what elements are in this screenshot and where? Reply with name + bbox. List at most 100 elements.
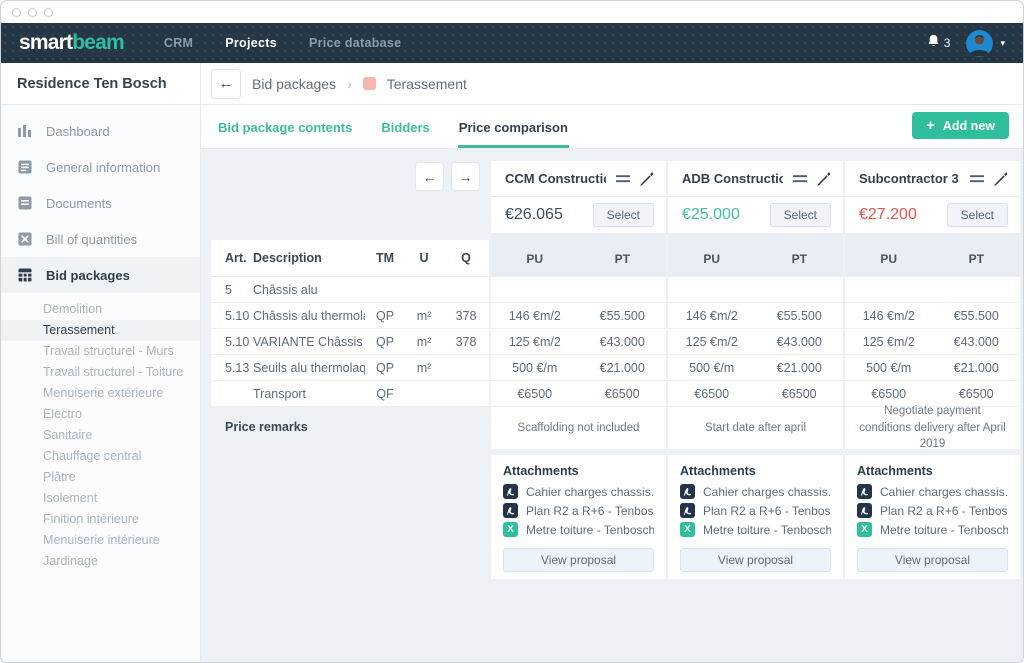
- price-row: [845, 277, 1020, 303]
- sidebar-subitem-travail-structurel-toiture[interactable]: Travail structurel - Toiture: [1, 362, 200, 383]
- view-proposal-button[interactable]: View proposal: [857, 548, 1008, 572]
- pu-pt-header-row: PUPT: [845, 240, 1020, 277]
- sidebar-subitem-demolition[interactable]: Demolition: [1, 299, 200, 320]
- breadcrumb-parent[interactable]: Bid packages: [252, 76, 336, 92]
- cell-art: 5: [211, 283, 253, 297]
- edit-icon[interactable]: [640, 172, 654, 186]
- sidebar-subitem-finition-int-rieure[interactable]: Finition intérieure: [1, 509, 200, 530]
- bar-chart-icon: [17, 123, 33, 139]
- tab-bidders[interactable]: Bidders: [380, 120, 430, 148]
- user-avatar[interactable]: [966, 30, 993, 57]
- bidder-total-row: €26.065Select: [491, 197, 666, 233]
- sidebar-subitem-chauffage-central[interactable]: Chauffage central: [1, 446, 200, 467]
- nav-item-price-database[interactable]: Price database: [293, 23, 417, 63]
- bidder-pagination: ←→: [211, 161, 489, 233]
- cell-total-price: €55.500: [579, 309, 667, 323]
- column-header-pu: PU: [845, 252, 933, 266]
- cell-unit-price: 125 €m/2: [668, 335, 756, 349]
- cell-unit-price: 500 €/m: [491, 361, 579, 375]
- attachment-item[interactable]: Cahier charges chassis...: [503, 484, 654, 499]
- cell-description: Seuils alu thermolaqués: [253, 361, 365, 375]
- attachment-item[interactable]: XMetre toiture - Tenbosch.xls: [857, 522, 1008, 537]
- sidebar-subitem-travail-structurel-murs[interactable]: Travail structurel - Murs: [1, 341, 200, 362]
- notifications-button[interactable]: 3: [926, 33, 951, 54]
- attachment-item[interactable]: XMetre toiture - Tenbosch.xls: [503, 522, 654, 537]
- item-row: 5Châssis alu: [211, 277, 489, 303]
- price-row: 125 €m/2€43.000: [845, 329, 1020, 355]
- pdf-file-icon: [680, 503, 695, 518]
- sidebar-subitem-terassement[interactable]: Terassement: [1, 320, 200, 341]
- back-button[interactable]: ←: [211, 69, 241, 99]
- sidebar-subitem-isolement[interactable]: Isolement: [1, 488, 200, 509]
- sidebar-subitem-pl-tre[interactable]: Plâtre: [1, 467, 200, 488]
- bidder-column-ccm-construction: CCM Construction€26.065SelectPUPT146 €m/…: [491, 161, 666, 579]
- select-bid-button[interactable]: Select: [593, 203, 654, 227]
- column-header-q: Q: [443, 251, 489, 265]
- nav-item-projects[interactable]: Projects: [209, 23, 293, 63]
- bidder-header-card: CCM Construction €26.065Select: [491, 161, 666, 233]
- price-row: 125 €m/2€43.000: [491, 329, 666, 355]
- nav-item-crm[interactable]: CRM: [148, 23, 209, 63]
- window-control-icon[interactable]: [28, 8, 37, 17]
- attachment-item[interactable]: Cahier charges chassis...: [857, 484, 1008, 499]
- prev-bidder-button[interactable]: ←: [415, 162, 444, 191]
- edit-icon[interactable]: [994, 172, 1008, 186]
- menu-icon[interactable]: [970, 175, 984, 183]
- project-sidebar: Residence Ten Bosch Dashboard General inf…: [1, 63, 201, 662]
- sidebar-item-bid-packages[interactable]: Bid packages: [1, 257, 200, 293]
- menu-icon[interactable]: [793, 175, 807, 183]
- document-icon: [17, 195, 33, 211]
- sidebar-item-general-information[interactable]: General information: [1, 149, 200, 185]
- bidder-name: CCM Construction: [505, 171, 606, 186]
- edit-icon[interactable]: [817, 172, 831, 186]
- attachment-name: Plan R2 a R+6 - Tenbosch.pdf: [703, 504, 831, 518]
- attachment-name: Metre toiture - Tenbosch.xls: [703, 523, 831, 537]
- browser-chrome-bar: [1, 1, 1023, 23]
- select-bid-button[interactable]: Select: [770, 203, 831, 227]
- smartbeam-logo[interactable]: smartbeam: [19, 31, 124, 55]
- item-row: 5.10VARIANTE Châssis PWCQPm²378: [211, 329, 489, 355]
- cell-total-price: €43.000: [756, 335, 844, 349]
- next-bidder-button[interactable]: →: [451, 162, 480, 191]
- sidebar-subitem-sanitaire[interactable]: Sanitaire: [1, 425, 200, 446]
- items-header-row: Art.DescriptionTMUQ: [211, 240, 489, 277]
- project-title: Residence Ten Bosch: [1, 63, 200, 105]
- window-control-icon[interactable]: [44, 8, 53, 17]
- cell-unit-price: 146 €m/2: [845, 309, 933, 323]
- tab-price-comparison[interactable]: Price comparison: [458, 120, 569, 148]
- bidder-name-row: ADB Construction: [668, 161, 843, 197]
- sidebar-subitem-menuiserie-ext-rieure[interactable]: Menuiserie extérieure: [1, 383, 200, 404]
- sidebar-subitem-menuiserie-int-rieure[interactable]: Menuiserie intérieure: [1, 530, 200, 551]
- bid-total: €27.200: [859, 206, 917, 224]
- view-proposal-button[interactable]: View proposal: [680, 548, 831, 572]
- comparison-table: ←→Art.DescriptionTMUQ5Châssis alu5.10Châ…: [211, 161, 1023, 579]
- attachment-item[interactable]: Plan R2 a R+6 - Tenbosch.pdf: [857, 503, 1008, 518]
- attachment-item[interactable]: Cahier charges chassis...: [680, 484, 831, 499]
- column-header-description: Description: [253, 251, 365, 265]
- sidebar-item-bill-of-quantities[interactable]: Bill of quantities: [1, 221, 200, 257]
- sidebar-item-dashboard[interactable]: Dashboard: [1, 113, 200, 149]
- attachment-item[interactable]: Plan R2 a R+6 - Tenbosch.pdf: [680, 503, 831, 518]
- sidebar-item-label: Dashboard: [46, 124, 110, 139]
- pdf-file-icon: [857, 503, 872, 518]
- bell-icon: [926, 33, 941, 54]
- xls-file-icon: X: [857, 522, 872, 537]
- sidebar-subitem-electro[interactable]: Electro: [1, 404, 200, 425]
- view-proposal-button[interactable]: View proposal: [503, 548, 654, 572]
- window-control-icon[interactable]: [12, 8, 21, 17]
- pu-pt-header-row: PUPT: [491, 240, 666, 277]
- add-new-button[interactable]: + Add new: [912, 112, 1009, 139]
- select-bid-button[interactable]: Select: [947, 203, 1008, 227]
- attachment-item[interactable]: Plan R2 a R+6 - Tenbosch.pdf: [503, 503, 654, 518]
- cell-unit-price: 125 €m/2: [491, 335, 579, 349]
- cell-unit-price: €6500: [845, 387, 933, 401]
- menu-icon[interactable]: [616, 175, 630, 183]
- tab-bid-package-contents[interactable]: Bid package contents: [217, 120, 353, 148]
- price-remarks-label: Price remarks: [211, 407, 489, 449]
- sidebar-item-documents[interactable]: Documents: [1, 185, 200, 221]
- column-header-pu: PU: [491, 252, 579, 266]
- attachment-item[interactable]: XMetre toiture - Tenbosch.xls: [680, 522, 831, 537]
- user-menu-caret-icon[interactable]: ▾: [1000, 38, 1005, 49]
- navbar-right: 3 ▾: [926, 30, 1005, 57]
- sidebar-subitem-jardinage[interactable]: Jardinage: [1, 551, 200, 572]
